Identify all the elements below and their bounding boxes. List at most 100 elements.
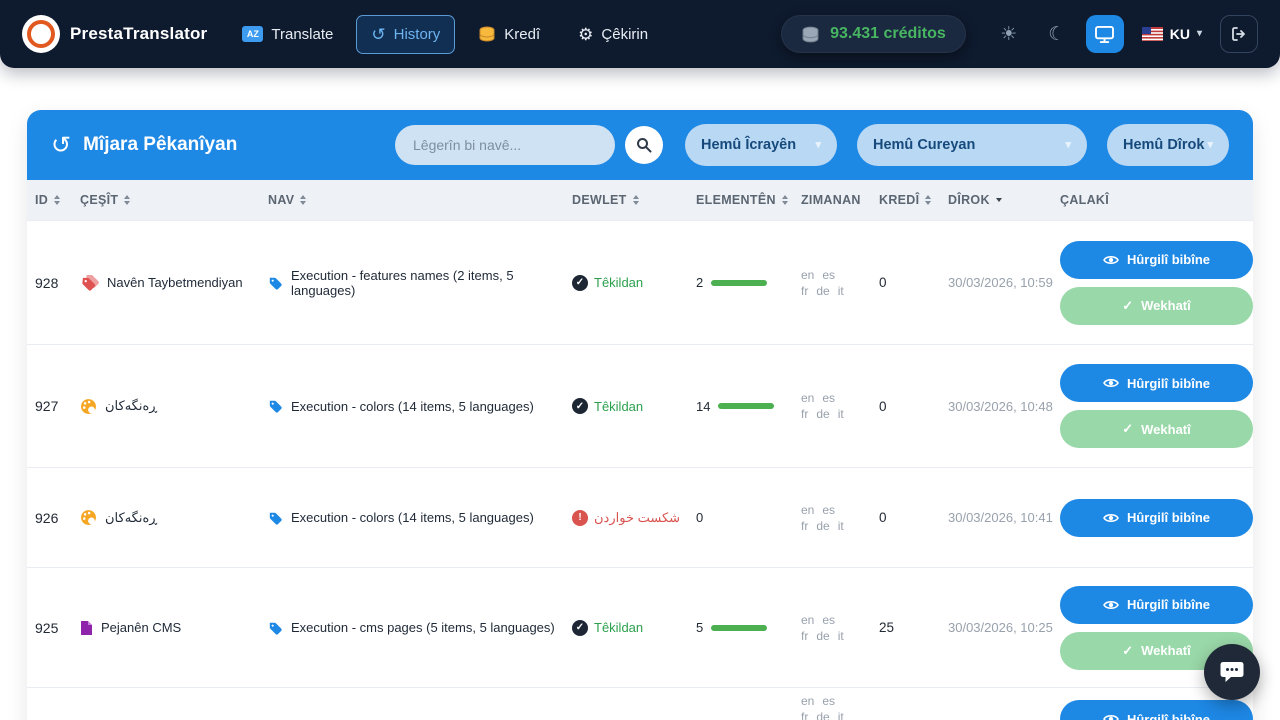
search-input[interactable] xyxy=(395,125,615,165)
logout-icon xyxy=(1231,26,1247,42)
credits-pill[interactable]: 93.431 créditos xyxy=(781,15,966,53)
tags-icon xyxy=(80,274,99,291)
check-circle-icon: ✓ xyxy=(572,398,588,414)
eye-icon xyxy=(1103,254,1119,266)
brand[interactable]: PrestaTranslator xyxy=(22,15,207,53)
panel-header: ↺ Mîjara Pêkanîyan Hemû Îcrayên ▾ Hemû C… xyxy=(27,110,1253,180)
col-credits[interactable]: KREDÎ xyxy=(879,193,948,207)
progress-bar xyxy=(711,279,768,286)
col-elements[interactable]: ELEMENTÊN xyxy=(696,193,801,207)
eye-icon xyxy=(1103,512,1119,524)
sun-icon: ☀ xyxy=(1000,23,1018,45)
check-icon: ✓ xyxy=(1122,297,1134,313)
table-row: 926 ڕەنگەکان Execution - colors (14 item… xyxy=(27,467,1253,567)
table-row: en es fr de it Hûrgilî bibîne xyxy=(27,687,1253,720)
eye-icon xyxy=(1103,713,1119,720)
filter-date-dropdown[interactable]: Hemû Dîrok ▾ xyxy=(1107,124,1229,166)
chevron-down-icon: ▾ xyxy=(815,138,821,151)
light-theme-button[interactable]: ☀ xyxy=(990,15,1028,53)
col-languages: ZIMANAN xyxy=(801,193,861,207)
file-icon xyxy=(80,620,93,636)
eye-icon xyxy=(1103,377,1119,389)
eye-icon xyxy=(1103,599,1119,611)
details-button[interactable]: Hûrgilî bibîne xyxy=(1060,364,1253,402)
tag-icon xyxy=(268,621,283,635)
history-panel: ↺ Mîjara Pêkanîyan Hemû Îcrayên ▾ Hemû C… xyxy=(27,110,1253,720)
palette-icon xyxy=(80,509,97,526)
status-badge: Têkildan xyxy=(594,275,644,290)
sort-desc-icon xyxy=(995,198,1002,202)
col-actions: ÇALAKÎ xyxy=(1060,193,1110,207)
chat-button[interactable] xyxy=(1204,644,1260,700)
col-state[interactable]: DEWLET xyxy=(572,193,696,207)
languages-list: en es fr de it xyxy=(801,612,844,643)
table-row: 927 ڕەنگەکان Execution - colors (14 item… xyxy=(27,344,1253,467)
identical-button[interactable]: ✓ Wekhatî xyxy=(1060,410,1253,448)
translate-icon: AZ xyxy=(242,26,264,42)
languages-list: en es fr de it xyxy=(801,391,844,421)
nav-label: Çêkirin xyxy=(601,25,649,43)
sort-icon xyxy=(781,195,788,205)
flag-icon xyxy=(1141,27,1163,41)
main-nav: AZ Translate ↺ History Kredî ⚙ Çêkirin xyxy=(227,14,663,54)
nav-label: Kredî xyxy=(504,25,541,43)
nav-item-history[interactable]: ↺ History xyxy=(356,14,456,54)
monitor-icon xyxy=(1095,25,1115,43)
col-id[interactable]: ID xyxy=(35,193,80,207)
nav-item-settings[interactable]: ⚙ Çêkirin xyxy=(563,15,663,54)
languages-list: en es fr de it xyxy=(801,694,844,720)
history-icon: ↺ xyxy=(371,24,386,44)
table-row: 925 Pejanên CMS Execution - cms pages (5… xyxy=(27,567,1253,687)
top-navbar: PrestaTranslator AZ Translate ↺ History … xyxy=(0,0,1280,68)
sort-icon xyxy=(124,195,131,205)
tag-icon xyxy=(268,511,283,525)
nav-label: Translate xyxy=(271,25,334,43)
palette-icon xyxy=(80,398,97,415)
chevron-down-icon: ▾ xyxy=(1065,138,1071,151)
identical-button[interactable]: ✓ Wekhatî xyxy=(1060,286,1253,325)
chevron-down-icon: ▾ xyxy=(1207,138,1213,151)
details-button[interactable]: Hûrgilî bibîne xyxy=(1060,700,1253,720)
languages-list: en es fr de it xyxy=(801,267,844,298)
sort-icon xyxy=(300,195,307,205)
search-area xyxy=(395,125,663,165)
search-button[interactable] xyxy=(625,126,663,164)
check-icon: ✓ xyxy=(1122,421,1134,436)
system-theme-button[interactable] xyxy=(1085,15,1124,53)
col-date[interactable]: DÎROK xyxy=(948,193,1060,207)
sort-icon xyxy=(632,195,639,205)
table-header: ID ÇEŞÎT NAV DEWLET ELEMENTÊN ZIMANAN KR… xyxy=(27,180,1253,220)
col-type[interactable]: ÇEŞÎT xyxy=(80,193,268,207)
logout-button[interactable] xyxy=(1220,15,1258,53)
brand-logo-icon xyxy=(22,15,60,53)
sort-icon xyxy=(54,195,61,205)
gear-icon: ⚙ xyxy=(578,24,594,44)
filter-executions-dropdown[interactable]: Hemû Îcrayên ▾ xyxy=(685,124,837,166)
col-name[interactable]: NAV xyxy=(268,193,572,207)
nav-item-credits[interactable]: Kredî xyxy=(463,15,555,54)
dark-theme-button[interactable]: ☾ xyxy=(1038,15,1076,53)
progress-bar xyxy=(711,624,768,631)
coins-icon xyxy=(478,26,496,42)
details-button[interactable]: Hûrgilî bibîne xyxy=(1060,498,1253,537)
brand-title: PrestaTranslator xyxy=(70,24,208,43)
language-code: KU xyxy=(1169,26,1190,42)
check-icon: ✓ xyxy=(1122,642,1134,658)
details-button[interactable]: Hûrgilî bibîne xyxy=(1060,240,1253,279)
status-badge: Têkildan xyxy=(594,398,644,414)
nav-label: History xyxy=(393,25,441,43)
check-circle-icon: ✓ xyxy=(572,274,588,291)
page-title: Mîjara Pêkanîyan xyxy=(83,134,238,155)
tag-icon xyxy=(268,276,283,290)
language-selector[interactable]: KU ▾ xyxy=(1134,18,1210,50)
languages-list: en es fr de it xyxy=(801,502,844,533)
table-row: 928 Navên Taybetmendiyan Execution - fea… xyxy=(27,220,1253,344)
progress-bar xyxy=(718,403,775,409)
filter-types-dropdown[interactable]: Hemû Cureyan ▾ xyxy=(857,124,1087,166)
moon-icon: ☾ xyxy=(1048,23,1066,45)
chat-bubble-icon xyxy=(1219,660,1245,684)
search-icon xyxy=(636,137,652,153)
details-button[interactable]: Hûrgilî bibîne xyxy=(1060,585,1253,624)
credits-amount: 93.431 créditos xyxy=(830,25,946,42)
nav-item-translate[interactable]: AZ Translate xyxy=(227,15,348,54)
